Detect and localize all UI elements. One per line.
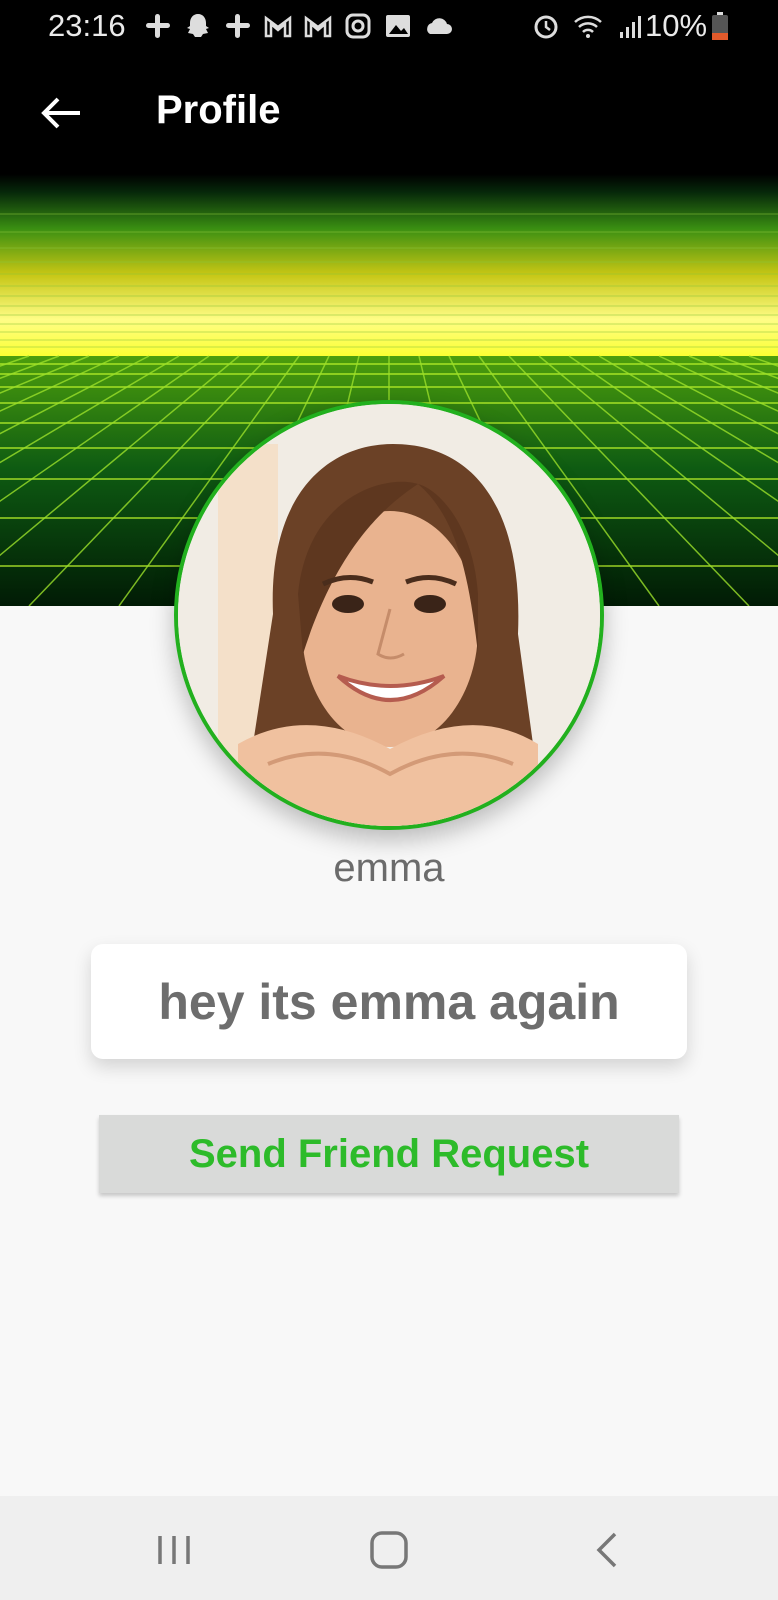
page-title: Profile <box>156 88 281 132</box>
avatar-photo <box>178 404 600 826</box>
wifi-icon <box>574 15 602 38</box>
gallery-icon <box>386 15 410 37</box>
battery-percentage: 10% <box>645 8 708 43</box>
avatar[interactable] <box>174 400 604 830</box>
instagram-icon <box>345 13 371 39</box>
status-time: 23:16 <box>48 8 126 43</box>
system-nav-bar <box>0 1496 778 1600</box>
signal-icon <box>620 16 641 38</box>
status-bar: 23:16 10% <box>0 0 778 52</box>
arrow-left-icon[interactable] <box>36 88 86 138</box>
system-icons <box>530 10 646 42</box>
slack-icon <box>146 14 170 38</box>
send-friend-request-button[interactable]: Send Friend Request <box>99 1115 679 1193</box>
gmail-icon <box>264 15 292 38</box>
app-bar: Profile <box>0 52 778 174</box>
notification-icons <box>142 10 454 42</box>
snapchat-icon <box>187 14 209 37</box>
gmail-icon <box>304 15 332 38</box>
status-message: hey its emma again <box>158 973 620 1030</box>
back-icon[interactable] <box>585 1526 633 1574</box>
recent-apps-icon[interactable] <box>150 1526 198 1574</box>
status-message-card: hey its emma again <box>91 944 687 1059</box>
battery-icon <box>712 12 728 40</box>
alarm-icon <box>534 15 558 39</box>
slack-icon <box>226 14 250 38</box>
cloud-icon <box>427 18 452 34</box>
send-friend-request-label: Send Friend Request <box>188 1131 590 1176</box>
username: emma <box>333 846 445 890</box>
home-icon[interactable] <box>365 1526 413 1574</box>
